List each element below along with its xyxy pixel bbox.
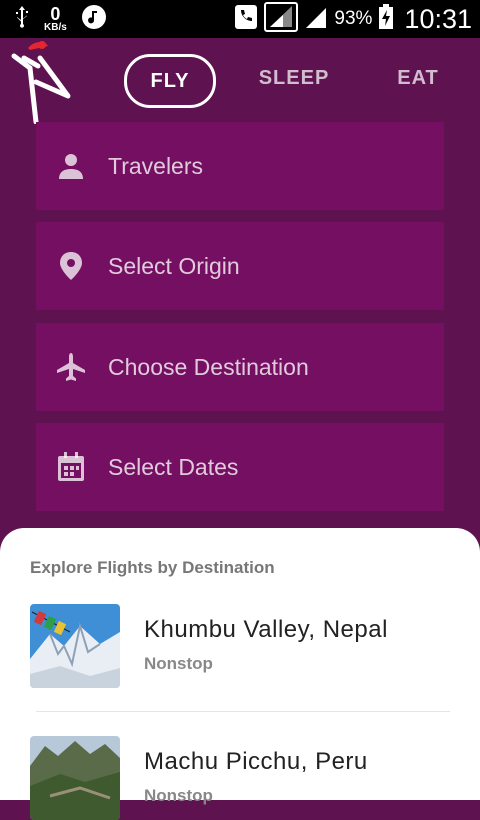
status-bar-left: 0 KB/s: [14, 4, 107, 34]
dates-label: Select Dates: [108, 453, 239, 480]
origin-field[interactable]: Select Origin: [36, 222, 444, 310]
list-divider: [36, 711, 450, 712]
dates-field[interactable]: Select Dates: [36, 423, 444, 511]
origin-label: Select Origin: [108, 252, 240, 279]
destination-name: Machu Picchu, Peru: [144, 748, 368, 775]
tab-sleep[interactable]: SLEEP: [248, 54, 340, 102]
usb-icon: [14, 5, 30, 34]
network-speed: 0 KB/s: [44, 5, 67, 33]
destination-card[interactable]: Khumbu Valley, Nepal Nonstop: [30, 604, 460, 688]
destination-subtitle: Nonstop: [144, 786, 213, 805]
clock: 10:31: [404, 3, 472, 34]
destination-subtitle: Nonstop: [144, 654, 213, 673]
location-pin-icon: [56, 251, 86, 281]
signal-icon: [304, 4, 328, 35]
mode-tabs: FLY SLEEP EAT: [0, 54, 480, 108]
signal-boxed-icon: [264, 1, 299, 37]
destination-thumbnail: [30, 736, 120, 820]
battery-charging-icon: [378, 3, 394, 35]
status-bar-right: 93% 10:31: [234, 1, 472, 37]
calendar-icon: [56, 452, 86, 482]
destination-field[interactable]: Choose Destination: [36, 323, 444, 411]
explore-sheet[interactable]: Explore Flights by Destination Khumbu Va…: [0, 528, 480, 820]
destination-name: Khumbu Valley, Nepal: [144, 616, 388, 643]
battery-percent: 93%: [334, 8, 373, 29]
status-bar: 0 KB/s 93% 10:31: [0, 0, 480, 38]
travelers-label: Travelers: [108, 152, 203, 179]
network-speed-unit: KB/s: [44, 22, 67, 33]
destination-thumbnail: [30, 604, 120, 688]
destination-label: Choose Destination: [108, 353, 309, 380]
airplane-icon: [56, 352, 86, 382]
destination-card[interactable]: Machu Picchu, Peru Nonstop: [30, 736, 460, 820]
network-speed-value: 0: [50, 4, 61, 24]
wifi-call-icon: [234, 4, 258, 35]
music-note-icon: [81, 4, 107, 35]
tab-eat[interactable]: EAT: [390, 54, 446, 102]
explore-title: Explore Flights by Destination: [30, 558, 275, 577]
tab-fly[interactable]: FLY: [124, 54, 216, 108]
travelers-field[interactable]: Travelers: [36, 122, 444, 210]
person-icon: [56, 151, 86, 181]
